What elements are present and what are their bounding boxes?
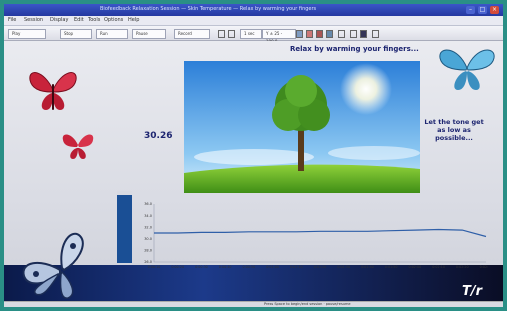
color-icon[interactable]: [306, 30, 313, 38]
zoom-in-icon[interactable]: [350, 30, 357, 38]
chart-icon[interactable]: [326, 30, 333, 38]
x-tick-label: 0:02:10: [432, 265, 445, 269]
arrow-right-icon[interactable]: [228, 30, 235, 38]
x-tick-label: 0:00:20: [171, 265, 184, 269]
x-tick-label: 0:02:20: [456, 265, 469, 269]
temperature-chart: 36.0 34.0 32.0 30.0 28.0 26.00:00:10 0:00:20 0:…: [144, 202, 488, 269]
x-tick-label: 0:00:10: [148, 265, 161, 269]
session-timer: 30.26: [144, 131, 173, 141]
select-icon[interactable]: [360, 30, 367, 38]
stop-button[interactable]: Stop: [60, 29, 92, 39]
arrow-left-icon[interactable]: [218, 30, 225, 38]
y-tick-label: 28.0: [144, 249, 152, 253]
x-tick-label: 0:00:50: [242, 265, 255, 269]
menu-file[interactable]: File: [8, 17, 16, 23]
app-window: Biofeedback Relaxation Session — Skin Te…: [4, 4, 503, 307]
window-title: Biofeedback Relaxation Session — Skin Te…: [100, 6, 317, 12]
play-button[interactable]: Play: [8, 29, 46, 39]
record-button[interactable]: Record: [174, 29, 210, 39]
level-meter-fill: [117, 194, 132, 263]
app-logo: T/r: [462, 284, 483, 299]
level-meter: [117, 191, 132, 263]
small-red-butterfly-icon: [62, 134, 94, 159]
session-prompt: Relax by warming your fingers...: [290, 45, 419, 53]
help-icon[interactable]: [372, 30, 379, 38]
menu-session[interactable]: Session: [24, 17, 43, 23]
minimize-button[interactable]: –: [466, 6, 475, 14]
y-tick-label: 32.0: [144, 225, 152, 229]
menu-edit[interactable]: Edit: [74, 17, 84, 23]
menu-bar: File Session Display Edit Tools Options …: [4, 16, 503, 26]
record-icon[interactable]: [316, 30, 323, 38]
close-button[interactable]: ×: [490, 6, 499, 14]
status-text: Press Space to begin/end session · pause…: [264, 302, 351, 306]
pause-button[interactable]: Pause: [132, 29, 166, 39]
x-tick-label: 0:01:30: [337, 265, 350, 269]
menu-options[interactable]: Options: [104, 17, 123, 23]
x-tick-label: 0:00:40: [219, 265, 232, 269]
settings-icon[interactable]: [338, 30, 345, 38]
run-button[interactable]: Run: [96, 29, 128, 39]
red-butterfly-icon: [29, 72, 77, 110]
x-tick-label: 0:01:50: [385, 265, 398, 269]
y-tick-label: 30.0: [144, 237, 152, 241]
y-tick-label: 36.0: [144, 202, 152, 206]
toolbar: Play Stop Run Pause Record 1 sec Y ± 25 …: [4, 26, 503, 44]
y-tick-label: 34.0: [144, 214, 152, 218]
x-tick-label: 0:00:30: [195, 265, 208, 269]
menu-help[interactable]: Help: [128, 17, 139, 23]
series-line: [154, 228, 487, 238]
x-tick-label: 0:02:30: [480, 265, 488, 269]
zoom-select[interactable]: 1 sec: [240, 29, 262, 39]
y-tick-label: 26.0: [144, 260, 152, 264]
dark-butterfly-icon: [22, 232, 84, 299]
instruction-text: Let the tone get as low as possible...: [424, 118, 484, 142]
relaxation-image: [184, 61, 420, 193]
menu-tools[interactable]: Tools: [88, 17, 100, 23]
x-tick-label: 0:01:40: [361, 265, 374, 269]
x-tick-label: 0:01:00: [266, 265, 279, 269]
blue-butterfly-icon: [439, 49, 495, 90]
range-select[interactable]: Y ± 25 - 100.0: [262, 29, 296, 44]
status-bar: Press Space to begin/end session · pause…: [4, 301, 503, 307]
x-tick-label: 0:02:00: [408, 265, 421, 269]
grid-icon[interactable]: [296, 30, 303, 38]
x-tick-label: 0:01:10: [290, 265, 303, 269]
maximize-button[interactable]: □: [478, 6, 487, 14]
x-tick-label: 0:01:20: [314, 265, 327, 269]
title-bar[interactable]: Biofeedback Relaxation Session — Skin Te…: [4, 4, 503, 16]
menu-display[interactable]: Display: [50, 17, 68, 23]
